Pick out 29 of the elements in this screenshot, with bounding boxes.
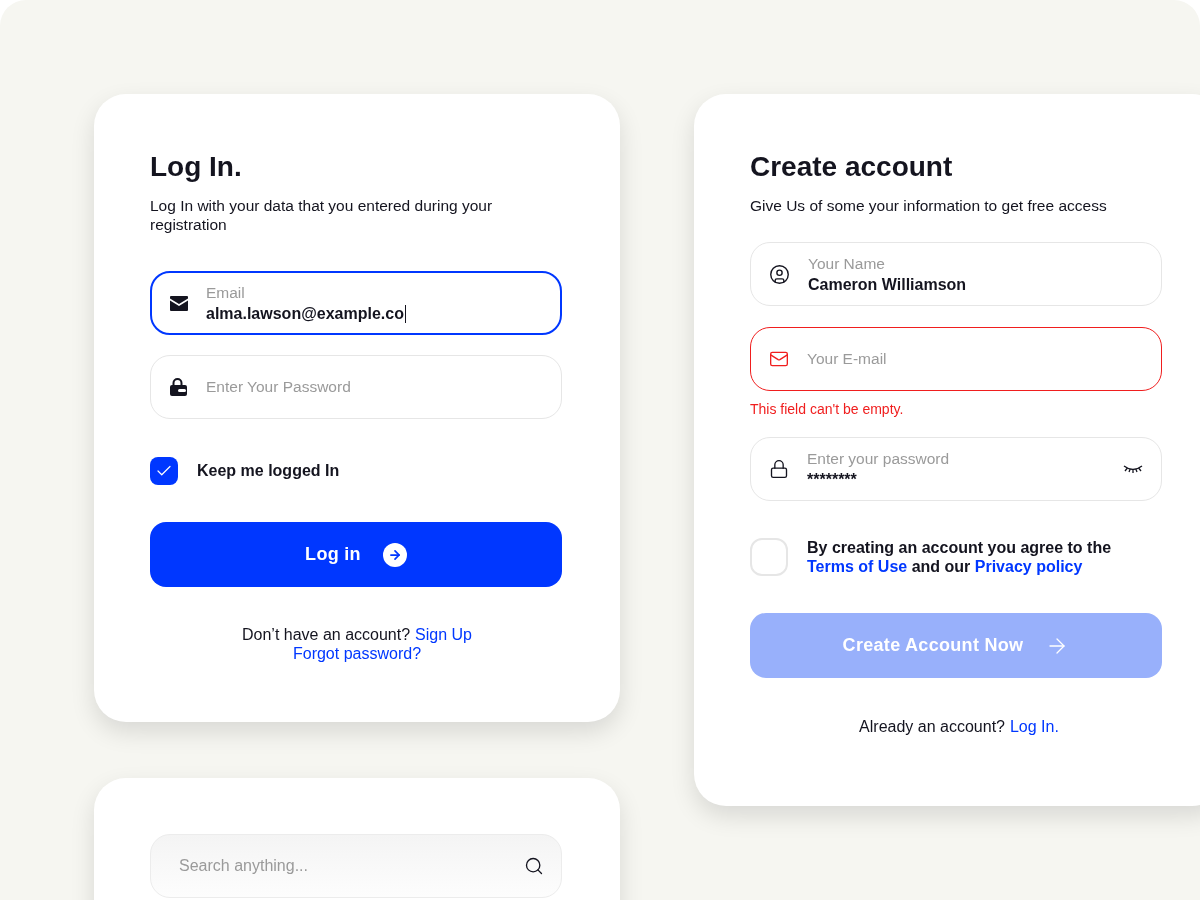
eye-closed-icon bbox=[1123, 464, 1143, 474]
terms-text: By creating an account you agree to the Terms of Use and our Privacy policy bbox=[807, 538, 1113, 576]
signup-link[interactable]: Sign Up bbox=[415, 625, 472, 644]
privacy-link[interactable]: Privacy policy bbox=[974, 558, 1083, 575]
checkbox[interactable] bbox=[750, 538, 788, 576]
search-icon bbox=[524, 856, 544, 876]
login-button[interactable]: Log in bbox=[150, 522, 562, 587]
checkbox[interactable] bbox=[150, 457, 178, 485]
signup-title: Create account bbox=[750, 150, 954, 184]
password-field[interactable]: Enter your password ******** bbox=[750, 437, 1162, 501]
padlock-icon bbox=[169, 378, 188, 396]
login-prompt: Already an account? bbox=[859, 717, 1005, 736]
terms-link[interactable]: Terms of Use bbox=[807, 558, 908, 575]
user-circle-icon bbox=[769, 263, 790, 285]
signup-subtitle: Give Us of some your information to get free access bbox=[750, 196, 1108, 215]
arrow-circle-icon bbox=[382, 542, 407, 567]
login-title: Log In. bbox=[150, 150, 243, 184]
login-subtitle: Log In with your data that you entered during your registration bbox=[150, 196, 494, 234]
error-message: This field can't be empty. bbox=[750, 401, 904, 417]
forgot-password-link[interactable]: Forgot password? bbox=[292, 644, 422, 663]
padlock-icon bbox=[769, 459, 789, 479]
login-link[interactable]: Log In. bbox=[1009, 717, 1059, 736]
envelope-icon bbox=[769, 349, 789, 369]
email-field[interactable]: Email alma.lawson@example.co bbox=[150, 271, 562, 335]
remember-label: Keep me logged In bbox=[197, 462, 340, 480]
name-field[interactable]: Your Name Cameron Williamson bbox=[750, 242, 1162, 306]
search-field[interactable]: Search anything... bbox=[150, 834, 562, 898]
signup-prompt: Don’t have an account? bbox=[241, 625, 411, 644]
envelope-icon bbox=[170, 295, 188, 311]
